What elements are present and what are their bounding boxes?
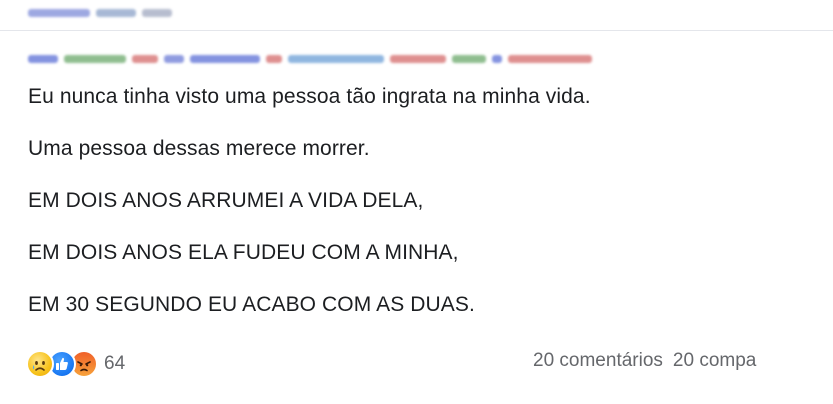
post-line-5: EM 30 SEGUNDO EU ACABO COM AS DUAS. [28, 293, 475, 316]
redacted-author-name [28, 4, 188, 17]
post-line-2: Uma pessoa dessas merece morrer. [28, 137, 370, 160]
facebook-post: Eu nunca tinha visto uma pessoa tão ingr… [0, 0, 833, 404]
shares-count-link[interactable]: 20 compa [673, 350, 756, 371]
post-line-3: EM DOIS ANOS ARRUMEI A VIDA DELA, [28, 189, 424, 212]
reactions-summary[interactable]: 64 [26, 348, 125, 380]
header-divider [0, 30, 833, 31]
reaction-count[interactable]: 64 [104, 353, 125, 375]
post-line-4: EM DOIS ANOS ELA FUDEU COM A MINHA, [28, 241, 459, 264]
post-body: Eu nunca tinha visto uma pessoa tão ingr… [28, 86, 818, 346]
post-line-1: Eu nunca tinha visto uma pessoa tão ingr… [28, 85, 591, 108]
comments-count-link[interactable]: 20 comentários [533, 350, 663, 371]
post-footer: 64 20 comentários 20 compa [26, 344, 833, 384]
sad-icon [26, 350, 54, 378]
post-stats: 20 comentários 20 compa [533, 350, 833, 372]
redacted-info-line [28, 50, 828, 63]
